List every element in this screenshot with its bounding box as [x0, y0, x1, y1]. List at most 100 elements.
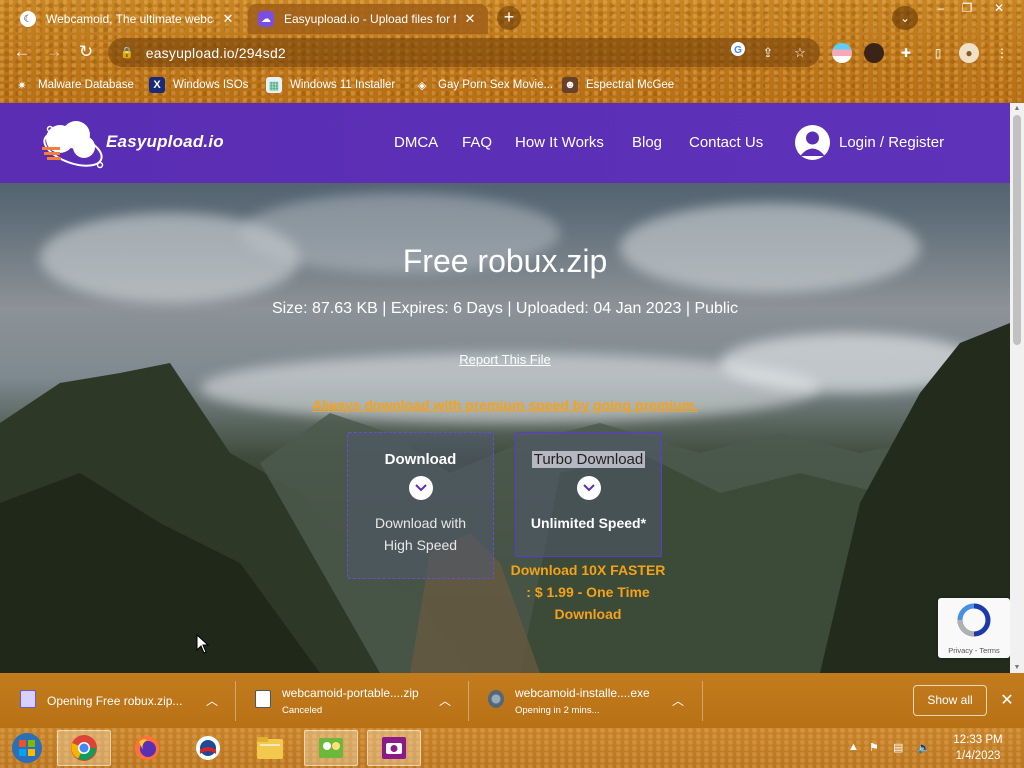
tab-easyupload[interactable]: ☁ Easyupload.io - Upload files for fr ✕ — [248, 4, 488, 34]
maximize-button[interactable]: ❐ — [954, 0, 980, 18]
chevron-up-icon[interactable]: ︿ — [672, 692, 684, 709]
google-lens-icon[interactable]: G — [727, 38, 749, 67]
bookmark-movie-site[interactable]: ◈ Gay Porn Sex Movie... — [414, 75, 553, 95]
download-status: Opening in 2 mins... — [515, 705, 600, 716]
download-item[interactable]: webcamoid-portable....zip Canceled ︿ — [235, 673, 468, 728]
download-status: Canceled — [282, 705, 323, 716]
tab-webcamoid[interactable]: ☾ Webcamoid, The ultimate webcam ✕ — [10, 4, 246, 34]
tab-title: Webcamoid, The ultimate webcam — [46, 12, 214, 26]
free-download-button[interactable]: Download Download with High Speed — [347, 432, 494, 579]
download-item[interactable]: webcamoid-installe....exe Opening in 2 m… — [468, 673, 702, 728]
mouse-cursor-icon — [196, 634, 210, 654]
taskbar-chrome[interactable] — [57, 730, 111, 766]
firefox-icon — [135, 736, 159, 760]
chevron-down-icon — [576, 476, 601, 500]
easyupload-logo-icon[interactable] — [40, 115, 106, 171]
new-tab-button[interactable]: + — [497, 6, 521, 30]
bookmark-label: Windows ISOs — [173, 79, 249, 91]
bookmark-label: Malware Database — [38, 79, 134, 91]
back-button[interactable]: ← — [10, 40, 34, 64]
nav-blog[interactable]: Blog — [632, 134, 662, 151]
volume-icon[interactable]: 🔈 — [917, 741, 931, 754]
turbo-download-button[interactable]: Turbo Download Unlimited Speed* — [515, 432, 662, 557]
circle-logo-icon — [196, 736, 220, 760]
zip-file-icon — [20, 690, 36, 708]
people-icon — [319, 738, 343, 758]
scrollbar-thumb[interactable] — [1013, 115, 1021, 345]
extensions-puzzle-icon[interactable]: ✚ — [896, 43, 916, 63]
extension-flag-icon[interactable] — [832, 43, 852, 63]
avatar-icon: ☻ — [562, 77, 578, 93]
network-icon[interactable]: ▤ — [893, 741, 903, 754]
scroll-up-icon[interactable]: ▲ — [1010, 105, 1024, 112]
recaptcha-badge[interactable]: Privacy - Terms — [938, 598, 1010, 658]
camera-icon — [382, 737, 406, 759]
nav-dmca[interactable]: DMCA — [394, 134, 438, 151]
nav-contact-us[interactable]: Contact Us — [689, 134, 763, 151]
side-panel-icon[interactable]: ▯ — [928, 43, 948, 63]
turbo-offer-text: Download 10X FASTER : $ 1.99 - One Time … — [498, 559, 678, 625]
turbo-offer-line: Download 10X FASTER — [510, 562, 666, 578]
extension-avatar-icon[interactable] — [864, 43, 884, 63]
page-scrollbar[interactable]: ▲ ▼ — [1010, 103, 1024, 673]
share-icon[interactable]: ⇪ — [757, 38, 779, 67]
system-clock[interactable]: 12:33 PM 1/4/2023 — [944, 732, 1012, 764]
chevron-up-icon[interactable]: ︿ — [439, 692, 451, 709]
bookmark-star-icon[interactable]: ☆ — [789, 38, 811, 67]
taskbar-app-people[interactable] — [304, 730, 358, 766]
svg-text:G: G — [734, 45, 742, 56]
address-bar[interactable]: 🔒 easyupload.io/294sd2 G ⇪ ☆ — [108, 38, 820, 67]
nav-how-it-works[interactable]: How It Works — [515, 134, 604, 151]
close-window-button[interactable]: ✕ — [986, 0, 1012, 18]
tab-search-button[interactable]: ⌄ — [892, 6, 918, 30]
close-shelf-icon[interactable]: ✕ — [997, 690, 1017, 710]
chevron-down-icon — [408, 476, 433, 500]
bookmark-windows-11-installer[interactable]: ▦ Windows 11 Installer — [266, 75, 395, 95]
site-logo-text[interactable]: Easyupload.io — [106, 132, 224, 152]
bookmark-windows-isos[interactable]: X Windows ISOs — [149, 75, 248, 95]
action-center-flag-icon[interactable]: ⚑ — [869, 741, 879, 754]
bookmarks-bar: ✷ Malware Database X Windows ISOs ▦ Wind… — [0, 72, 1024, 98]
download-name: webcamoid-installe....exe — [515, 686, 650, 700]
taskbar-firefox[interactable] — [120, 730, 174, 766]
clock-time: 12:33 PM — [953, 734, 1003, 746]
easyupload-favicon-icon: ☁ — [258, 11, 274, 27]
download-subtitle-2: High Speed — [383, 537, 458, 553]
reload-button[interactable]: ↻ — [74, 40, 98, 64]
globe-icon: ◈ — [417, 79, 427, 92]
lock-icon: 🔒 — [120, 47, 134, 59]
download-item[interactable]: Opening Free robux.zip... ︿ — [0, 673, 235, 728]
menu-kebab-icon[interactable]: ⋮ — [992, 43, 1012, 63]
premium-link[interactable]: Always download with premium speed by go… — [0, 397, 1010, 413]
zip-file-icon — [255, 690, 271, 708]
bookmark-label: Gay Porn Sex Movie... — [438, 79, 554, 91]
user-avatar-icon[interactable] — [795, 125, 830, 160]
taskbar-webcamoid[interactable] — [367, 730, 421, 766]
tab-strip: ☾ Webcamoid, The ultimate webcam ✕ ☁ Eas… — [0, 0, 1024, 34]
login-register-link[interactable]: Login / Register — [839, 134, 944, 151]
forward-button[interactable]: → — [42, 40, 66, 64]
image-icon: ▦ — [266, 77, 282, 93]
browser-chrome: ☾ Webcamoid, The ultimate webcam ✕ ☁ Eas… — [0, 0, 1024, 103]
bookmark-label: Windows 11 Installer — [290, 79, 396, 91]
taskbar-file-explorer[interactable] — [243, 730, 297, 766]
web-page: Easyupload.io DMCA FAQ How It Works Blog… — [0, 103, 1010, 673]
profile-icon[interactable]: ● — [959, 43, 979, 63]
file-meta: Size: 87.63 KB | Expires: 6 Days | Uploa… — [271, 300, 739, 317]
file-title: Free robux.zip — [402, 243, 608, 279]
bookmark-malware-database[interactable]: ✷ Malware Database — [14, 75, 134, 95]
tab-close-icon[interactable]: ✕ — [462, 11, 478, 27]
nav-faq[interactable]: FAQ — [462, 134, 492, 151]
show-all-button[interactable]: Show all — [913, 685, 987, 716]
chevron-up-icon[interactable]: ︿ — [206, 692, 218, 709]
bookmark-espectral-mcgee[interactable]: ☻ Espectral McGee — [562, 75, 674, 95]
scroll-down-icon[interactable]: ▼ — [1010, 664, 1024, 671]
tab-close-icon[interactable]: ✕ — [220, 11, 236, 27]
start-button[interactable] — [0, 730, 54, 766]
recaptcha-terms[interactable]: Privacy - Terms — [938, 646, 1010, 655]
minimize-button[interactable]: – — [928, 0, 954, 18]
taskbar-app-obama[interactable] — [181, 730, 235, 766]
recaptcha-icon — [957, 603, 991, 637]
tray-expand-icon[interactable]: ▲ — [848, 741, 859, 753]
report-file-link[interactable]: Report This File — [0, 352, 1010, 367]
